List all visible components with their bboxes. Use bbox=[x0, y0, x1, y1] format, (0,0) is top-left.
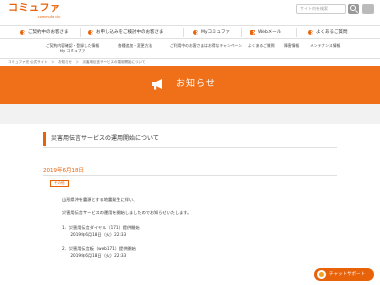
question-icon bbox=[308, 29, 313, 35]
article-line: 山形県沖を震源とする地震発生に伴い、 bbox=[62, 197, 138, 202]
article-line: 2．災害用伝言板（web171）提供開始 bbox=[62, 246, 136, 251]
main-nav: ご契約中のお客さま お申し込みをご検討中のお客さま Myコミュファ Webメール… bbox=[0, 25, 380, 39]
subnav-maintenance[interactable]: メンテナンス情報 bbox=[310, 43, 340, 48]
chat-support-button[interactable]: チャットサポート bbox=[314, 268, 374, 281]
article-title: 災害用伝言サービスの運用開始について bbox=[51, 135, 159, 142]
site-header: コミュファ commufa ctc サイト内を検索 bbox=[0, 0, 380, 25]
search-button[interactable] bbox=[348, 4, 359, 14]
chat-label: チャットサポート bbox=[329, 272, 365, 277]
nav-my-commufa[interactable]: Myコミュファ bbox=[193, 26, 230, 38]
arrow-icon bbox=[88, 29, 93, 35]
nav-current-customers[interactable]: ご契約中のお客さま bbox=[20, 26, 69, 38]
nav-label: Webメール bbox=[258, 30, 282, 35]
megaphone-icon bbox=[152, 79, 162, 90]
sub-nav: ご契約内容確認・登録した情報 My コミュファ 各種追加・変更方法 ご利用中のお… bbox=[0, 39, 380, 59]
nav-label: お申し込みをご検討中のお客さま bbox=[96, 30, 164, 35]
article-line: 2019年6月18日（火）22:33 bbox=[62, 232, 127, 237]
search-input[interactable]: サイト内を検索 bbox=[296, 4, 346, 14]
divider-band bbox=[0, 104, 380, 124]
article-date: 2019年6月18日 bbox=[43, 168, 84, 174]
nav-label: ご契約中のお客さま bbox=[28, 30, 69, 35]
article-heading: 災害用伝言サービスの運用開始について bbox=[43, 132, 337, 148]
article-line: 2019年6月18日（火）22:33 bbox=[62, 253, 127, 258]
subnav-changes[interactable]: 各種追加・変更方法 bbox=[118, 43, 152, 48]
nav-label: よくあるご質問 bbox=[316, 30, 348, 35]
logo-text: コミュファ bbox=[8, 3, 61, 14]
subnav-faq[interactable]: よくあるご質問 bbox=[248, 43, 275, 48]
subnav-campaigns[interactable]: ご利用中のお客さまはお得なキャンペーン bbox=[170, 43, 242, 48]
category-badge: その他 bbox=[50, 180, 69, 187]
subnav-contract-info[interactable]: ご契約内容確認・登録した情報 My コミュファ bbox=[46, 43, 99, 53]
font-size-button[interactable] bbox=[362, 4, 374, 14]
arrow-icon bbox=[20, 29, 25, 35]
commufa-logo[interactable]: コミュファ commufa ctc bbox=[8, 3, 61, 20]
breadcrumb[interactable]: コミュファ光 公式サイト ＞ お知らせ ＞ 災害用伝言サービスの運用開始について bbox=[8, 60, 145, 65]
subnav-outage[interactable]: 障害情報 bbox=[284, 43, 299, 48]
nav-label: Myコミュファ bbox=[201, 30, 231, 35]
nav-prospective-customers[interactable]: お申し込みをご検討中のお客さま bbox=[88, 26, 164, 38]
nav-faq[interactable]: よくあるご質問 bbox=[308, 26, 348, 38]
article-line: 災害用伝言サービスの運用を開始しましたのでお知らせいたします。 bbox=[62, 210, 192, 215]
page-banner: お知らせ bbox=[0, 66, 380, 104]
page-title: お知らせ bbox=[176, 79, 216, 89]
arrow-icon bbox=[193, 29, 198, 35]
mail-icon bbox=[250, 29, 255, 35]
logo-subtext: commufa ctc bbox=[37, 15, 61, 19]
chat-icon bbox=[317, 270, 326, 279]
article-line: 1．災害用伝言ダイヤル（171）提供開始 bbox=[62, 225, 140, 230]
nav-webmail[interactable]: Webメール bbox=[250, 26, 281, 38]
